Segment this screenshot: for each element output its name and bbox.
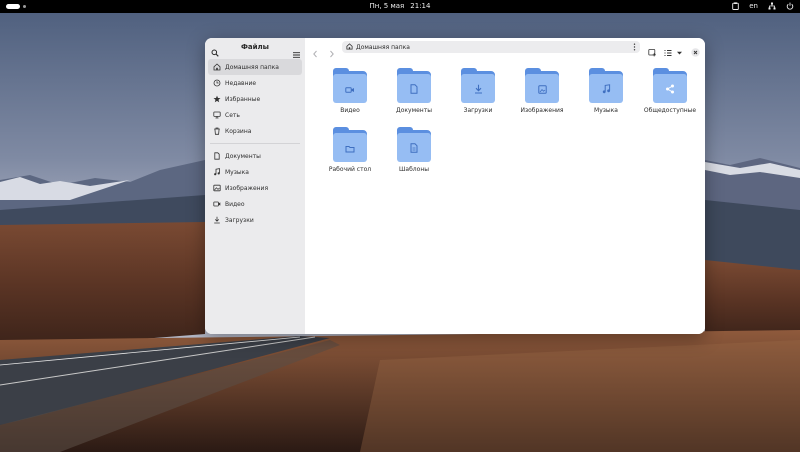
sidebar-item-label: Недавние [225, 79, 257, 87]
sidebar-header: Файлы [205, 38, 305, 58]
app-title: Файлы [240, 43, 270, 51]
clock[interactable]: Пн, 5 мая 21:14 [0, 2, 800, 10]
recent-icon [213, 79, 221, 87]
sidebar-item-label: Сеть [225, 111, 240, 119]
toolbar: Домашняя папка [305, 38, 705, 58]
system-tray[interactable]: en [732, 2, 794, 10]
folder-icon [397, 68, 431, 103]
video-icon [345, 79, 355, 98]
folder-item-music[interactable]: Музыка [574, 68, 638, 114]
image-icon [213, 184, 221, 192]
main-pane: Домашняя папка Видео Документы Загрузки … [305, 38, 705, 334]
folder-label: Документы [396, 107, 432, 114]
star-icon [213, 95, 221, 103]
sidebar-item-label: Избранные [225, 95, 261, 103]
sidebar-item-label: Музыка [225, 168, 249, 176]
desktop-icon [345, 138, 355, 157]
sidebar-divider [210, 143, 300, 144]
folder-icon [333, 68, 367, 103]
sidebar-item-documents[interactable]: Документы [208, 148, 302, 164]
folder-label: Общедоступные [643, 107, 697, 114]
folder-item-pictures[interactable]: Изображения [510, 68, 574, 114]
folder-item-public[interactable]: Общедоступные [638, 68, 702, 114]
path-bar[interactable]: Домашняя папка [342, 41, 640, 53]
download-icon [213, 216, 221, 224]
chevron-down-icon[interactable] [676, 42, 683, 61]
video-icon [213, 200, 221, 208]
image-icon [537, 79, 547, 98]
folder-item-documents[interactable]: Документы [382, 68, 446, 114]
sidebar-item-recent[interactable]: Недавние [208, 75, 302, 91]
keyboard-language[interactable]: en [749, 2, 758, 10]
sidebar-item-starred[interactable]: Избранные [208, 91, 302, 107]
sidebar-item-trash[interactable]: Корзина [208, 123, 302, 139]
folder-label: Видео [340, 107, 360, 114]
network-icon [213, 111, 221, 119]
folder-item-desktop[interactable]: Рабочий стол [318, 127, 382, 173]
folder-icon [653, 68, 687, 103]
sidebar-item-label: Домашняя папка [225, 63, 279, 71]
folder-label: Изображения [520, 107, 564, 114]
sidebar-item-music[interactable]: Музыка [208, 164, 302, 180]
folder-icon [525, 68, 559, 103]
folder-item-templates[interactable]: Шаблоны [382, 127, 446, 173]
sidebar-item-network[interactable]: Сеть [208, 107, 302, 123]
sidebar-item-home[interactable]: Домашняя папка [208, 59, 302, 75]
current-path: Домашняя папка [356, 43, 410, 51]
folder-label: Загрузки [463, 107, 493, 114]
power-icon[interactable] [786, 2, 794, 10]
trash-icon [213, 127, 221, 135]
clock-time: 21:14 [410, 2, 431, 10]
sidebar-list: Домашняя папка Недавние Избранные Сеть К… [208, 59, 302, 228]
home-icon [346, 42, 353, 52]
close-icon[interactable] [691, 42, 700, 61]
music-icon [213, 168, 221, 176]
folder-item-downloads[interactable]: Загрузки [446, 68, 510, 114]
list-view-icon[interactable] [664, 42, 672, 61]
back-button[interactable] [312, 43, 319, 62]
folder-label: Музыка [594, 107, 618, 114]
sidebar-item-label: Загрузки [225, 216, 254, 224]
folder-icon [461, 68, 495, 103]
folder-item-videos[interactable]: Видео [318, 68, 382, 114]
sidebar: Файлы Домашняя папка Недавние Избранные … [205, 38, 305, 334]
top-bar: Пн, 5 мая 21:14 en [0, 0, 800, 13]
sidebar-item-label: Видео [225, 200, 245, 208]
download-icon [474, 79, 483, 98]
folder-icon [589, 68, 623, 103]
network-icon[interactable] [768, 2, 776, 10]
files-window: Файлы Домашняя папка Недавние Избранные … [205, 38, 705, 334]
sidebar-item-videos[interactable]: Видео [208, 196, 302, 212]
folder-label: Шаблоны [399, 166, 429, 173]
sidebar-item-pictures[interactable]: Изображения [208, 180, 302, 196]
clock-date: Пн, 5 мая [369, 2, 405, 10]
document-icon [213, 152, 221, 160]
sidebar-item-downloads[interactable]: Загрузки [208, 212, 302, 228]
new-tab-icon[interactable] [648, 42, 657, 61]
sidebar-item-label: Документы [225, 152, 261, 160]
folder-icon [397, 127, 431, 162]
sidebar-item-label: Корзина [225, 127, 252, 135]
clipboard-icon[interactable] [732, 2, 739, 10]
path-menu-icon[interactable] [633, 43, 636, 53]
folder-icon [333, 127, 367, 162]
document-icon [410, 79, 418, 98]
music-icon [602, 79, 611, 98]
template-icon [410, 138, 418, 157]
home-icon [213, 63, 221, 71]
sidebar-item-label: Изображения [225, 184, 269, 192]
forward-button[interactable] [328, 43, 335, 62]
share-icon [665, 79, 675, 98]
folder-label: Рабочий стол [328, 166, 372, 173]
